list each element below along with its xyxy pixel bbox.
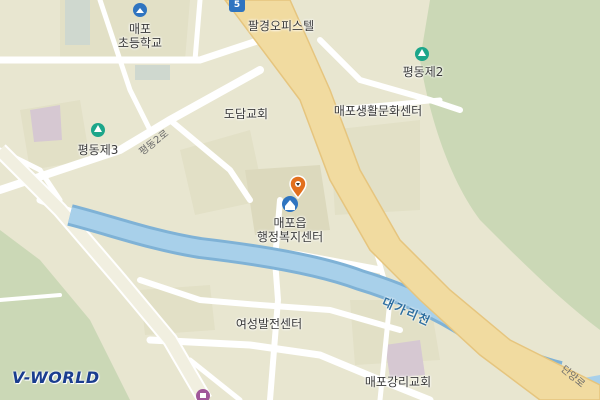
label-park-2[interactable]: 평동제2	[403, 65, 444, 79]
label-culture-center[interactable]: 매포생활문화센터	[334, 104, 422, 118]
label-women-center[interactable]: 여성발전센터	[236, 317, 302, 331]
label-school[interactable]: 매포 초등학교	[118, 22, 162, 50]
vworld-logo: V-WORLD	[12, 368, 100, 387]
label-welfare-center[interactable]: 매포읍 행정복지센터	[257, 216, 323, 244]
route-badge: 5	[229, 0, 245, 12]
label-church-ganglee[interactable]: 매포강리교회	[365, 375, 431, 389]
label-officetel[interactable]: 팔경오피스텔	[248, 19, 314, 33]
label-church-dodam[interactable]: 도담교회	[224, 107, 268, 121]
map-canvas[interactable]	[0, 0, 600, 400]
label-park-3[interactable]: 평동제3	[78, 143, 119, 157]
